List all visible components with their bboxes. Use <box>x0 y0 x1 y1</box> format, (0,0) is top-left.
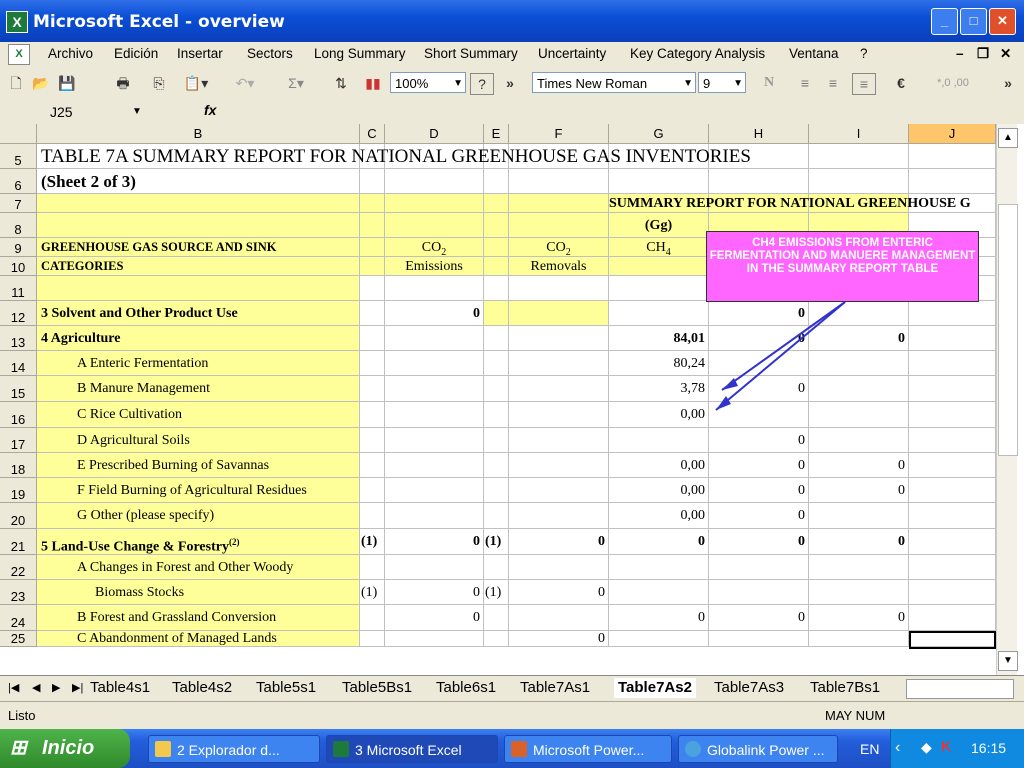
start-button[interactable]: ⊞ Inicio <box>0 729 130 768</box>
powerpoint-icon <box>511 741 527 757</box>
sheet-tab-table7as3[interactable]: Table7As3 <box>714 678 784 698</box>
sheet-tab-table7as1[interactable]: Table7As1 <box>520 678 590 698</box>
cell-g7[interactable]: SUMMARY REPORT FOR NATIONAL GREENHOUSE G <box>609 194 971 213</box>
sheet-tab-table5bs1[interactable]: Table5Bs1 <box>342 678 412 698</box>
sheet-tab-table7as2[interactable]: Table7As2 <box>614 678 696 698</box>
prev-sheet-icon[interactable]: ◀ <box>32 678 40 698</box>
system-tray: ‹ ◆ K 16:15 <box>890 729 1024 768</box>
tray-expand-icon[interactable]: ‹ <box>895 739 900 757</box>
scroll-thumb[interactable] <box>998 204 1018 456</box>
status-keys: MAY NUM <box>825 708 886 723</box>
scroll-up-icon[interactable]: ▲ <box>998 128 1018 148</box>
arrow-to-enteric <box>721 301 846 391</box>
arrow-to-manure <box>715 301 846 411</box>
scroll-down-icon[interactable]: ▼ <box>998 651 1018 671</box>
callout-arrows <box>715 301 846 411</box>
windows-logo-icon: ⊞ <box>10 737 27 759</box>
sheet-tab-table5s1[interactable]: Table5s1 <box>256 678 316 698</box>
excel-icon <box>333 741 349 757</box>
sheet-tabs-bar: |◀ ◀ ▶ ▶| Table4s1 Table4s2 Table5s1 Table5… <box>0 675 1024 702</box>
globe-icon <box>685 741 701 757</box>
last-sheet-icon[interactable]: ▶| <box>72 678 83 698</box>
language-indicator[interactable]: EN <box>860 741 879 757</box>
tray-network-icon[interactable]: ◆ <box>921 739 932 756</box>
folder-icon <box>155 741 171 757</box>
sheet-tab-table4s2[interactable]: Table4s2 <box>172 678 232 698</box>
vertical-scrollbar[interactable]: ▲ ▼ <box>996 124 1018 675</box>
status-ready: Listo <box>8 708 36 723</box>
status-bar: Listo MAY NUM <box>0 701 1024 730</box>
taskbar-powerpoint[interactable]: Microsoft Power... <box>504 735 672 763</box>
taskbar-globalink[interactable]: Globalink Power ... <box>678 735 838 763</box>
first-sheet-icon[interactable]: |◀ <box>8 678 19 698</box>
sheet-tab-table7bs1[interactable]: Table7Bs1 <box>810 678 880 698</box>
taskbar: ⊞ Inicio 2 Explorador d... 3 Microsoft Ex… <box>0 729 1024 768</box>
clock[interactable]: 16:15 <box>971 740 1006 756</box>
taskbar-excel[interactable]: 3 Microsoft Excel <box>326 735 498 763</box>
horizontal-scrollbar[interactable] <box>906 679 1014 699</box>
sheet-tab-table6s1[interactable]: Table6s1 <box>436 678 496 698</box>
cell-text: TABLE 7A SUMMARY REPORT FOR NATIONAL GRE… <box>41 146 751 167</box>
next-sheet-icon[interactable]: ▶ <box>52 678 60 698</box>
cell-b5[interactable]: TABLE 7A SUMMARY REPORT FOR NATIONAL GRE… <box>37 144 751 169</box>
cell-text: SUMMARY REPORT FOR NATIONAL GREENHOUSE G <box>609 196 971 211</box>
tray-antivirus-icon[interactable]: K <box>941 738 951 754</box>
sheet-tab-table4s1[interactable]: Table4s1 <box>90 678 150 698</box>
taskbar-explorer[interactable]: 2 Explorador d... <box>148 735 320 763</box>
